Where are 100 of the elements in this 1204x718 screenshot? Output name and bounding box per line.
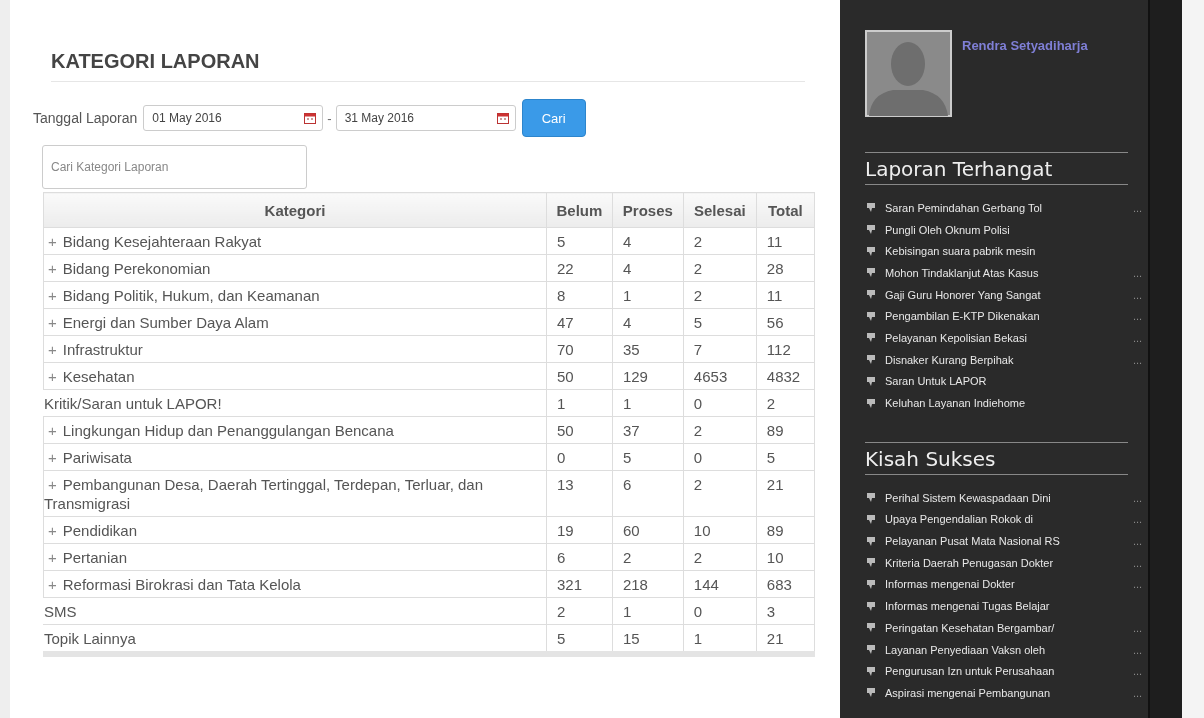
report-link[interactable]: Pungli Oleh Oknum Polisi [885, 223, 1133, 236]
more-link[interactable]: ... [1133, 665, 1143, 678]
table-cell: + Reformasi Birokrasi dan Tata Kelola [43, 570, 547, 598]
report-link[interactable]: Perihal Sistem Kewaspadaan Dini [885, 491, 1133, 504]
report-link[interactable]: Upaya Pengendalian Rokok di [885, 513, 1133, 526]
comment-icon [867, 688, 875, 698]
report-link[interactable]: Saran Untuk LAPOR [885, 375, 1133, 388]
column-header: Selesai [683, 192, 757, 228]
table-cell: 10 [683, 516, 757, 544]
table-cell: Kritik/Saran untuk LAPOR! [43, 389, 547, 417]
comment-icon [867, 333, 875, 343]
expand-toggle[interactable]: + [44, 287, 63, 304]
report-link[interactable]: Aspirasi mengenai Pembangunan [885, 686, 1133, 699]
table-cell: 2 [683, 543, 757, 571]
more-link[interactable]: ... [1133, 556, 1143, 569]
table-cell: 4 [612, 254, 684, 282]
calendar-icon[interactable] [304, 112, 317, 124]
report-link[interactable]: Keluhan Layanan Indiehome [885, 397, 1133, 410]
table-cell: 5 [612, 443, 684, 471]
expand-toggle[interactable]: + [44, 576, 63, 593]
table-cell: + Bidang Perekonomian [43, 254, 547, 282]
report-link[interactable]: Saran Pemindahan Gerbang Tol [885, 201, 1133, 214]
comment-icon [867, 558, 875, 568]
more-link[interactable]: ... [1133, 266, 1143, 279]
table-cell: 1 [612, 597, 684, 625]
report-link[interactable]: Pelayanan Kepolisian Bekasi [885, 331, 1133, 344]
report-link[interactable]: Informas mengenai Dokter [885, 578, 1133, 591]
report-link[interactable]: Pengambilan E-KTP Dikenakan [885, 310, 1133, 323]
calendar-icon[interactable] [496, 112, 509, 124]
table-cell: 2 [546, 597, 613, 625]
table-cell: 1 [546, 389, 613, 417]
comment-icon [867, 268, 875, 278]
table-cell: 6 [546, 543, 613, 571]
date-label: Tanggal Laporan [33, 110, 138, 126]
table-cell: + Pariwisata [43, 443, 547, 471]
date-field[interactable]: 31 May 2016 [335, 105, 516, 131]
expand-toggle[interactable]: + [44, 260, 63, 277]
report-link[interactable]: Kebisingan suara pabrik mesin [885, 245, 1133, 258]
comment-icon [867, 536, 875, 546]
more-link[interactable]: ... [1133, 353, 1143, 366]
comment-icon [867, 666, 875, 676]
expand-toggle[interactable]: + [44, 233, 63, 250]
table-cell: SMS [43, 597, 547, 625]
table-cell: 4 [612, 308, 684, 336]
table-cell: 218 [612, 570, 684, 598]
more-link[interactable]: ... [1133, 491, 1143, 504]
table-cell: 2 [683, 470, 757, 517]
table-cell: 2 [756, 389, 815, 417]
search-button[interactable]: Cari [521, 99, 586, 137]
report-link[interactable]: Informas mengenai Tugas Belajar [885, 600, 1133, 613]
search-field[interactable]: Cari Kategori Laporan [42, 145, 307, 189]
table-cell: 50 [546, 362, 613, 390]
report-link[interactable]: Kriteria Daerah Penugasan Dokter [885, 556, 1133, 569]
table-cell: 2 [683, 281, 757, 309]
table-cell: 60 [612, 516, 684, 544]
table-cell: 89 [756, 516, 815, 544]
table-cell: 11 [756, 227, 815, 255]
more-link[interactable]: ... [1133, 621, 1143, 634]
expand-toggle[interactable]: + [44, 368, 63, 385]
more-link[interactable]: ... [1133, 643, 1143, 656]
comment-icon [867, 225, 875, 235]
more-link[interactable]: ... [1133, 535, 1143, 548]
comment-icon [867, 376, 875, 386]
more-link[interactable]: ... [1133, 513, 1143, 526]
user-name[interactable]: Rendra Setyadiharja [962, 38, 1088, 53]
report-link[interactable]: Pelayanan Pusat Mata Nasional RS [885, 535, 1133, 548]
expand-toggle[interactable]: + [44, 314, 63, 331]
expand-toggle[interactable]: + [44, 341, 63, 358]
report-link[interactable]: Mohon Tindaklanjut Atas Kasus [885, 266, 1133, 279]
more-link[interactable]: ... [1133, 686, 1143, 699]
report-link[interactable]: Gaji Guru Honorer Yang Sangat [885, 288, 1133, 301]
table-cell: 321 [546, 570, 613, 598]
expand-toggle[interactable]: + [44, 549, 63, 566]
table-cell: 683 [756, 570, 815, 598]
report-link[interactable]: Disnaker Kurang Berpihak [885, 353, 1133, 366]
date-field[interactable]: 01 May 2016 [143, 105, 324, 131]
expand-toggle[interactable]: + [44, 522, 63, 539]
expand-toggle[interactable]: + [44, 422, 63, 439]
table-cell: + Kesehatan [43, 362, 547, 390]
comment-icon [867, 514, 875, 524]
table-cell: 5 [756, 443, 815, 471]
table-cell: 47 [546, 308, 613, 336]
table-cell: 0 [683, 597, 757, 625]
report-link[interactable]: Peringatan Kesehatan Bergambar/ [885, 621, 1133, 634]
table-cell: 56 [756, 308, 815, 336]
more-link[interactable]: ... [1133, 331, 1143, 344]
more-link[interactable]: ... [1133, 201, 1143, 214]
table-cell: 2 [683, 227, 757, 255]
table-cell: 1 [612, 389, 684, 417]
report-link[interactable]: Pengurusan Izn untuk Perusahaan [885, 665, 1133, 678]
expand-toggle[interactable]: + [44, 476, 63, 493]
more-link[interactable]: ... [1133, 310, 1143, 323]
table-cell: 10 [756, 543, 815, 571]
more-link[interactable]: ... [1133, 578, 1143, 591]
report-link[interactable]: Layanan Penyediaan Vaksn oleh [885, 643, 1133, 656]
table-cell: 70 [546, 335, 613, 363]
table-cell: 112 [756, 335, 815, 363]
expand-toggle[interactable]: + [44, 449, 63, 466]
table-cell: 0 [683, 389, 757, 417]
more-link[interactable]: ... [1133, 288, 1143, 301]
